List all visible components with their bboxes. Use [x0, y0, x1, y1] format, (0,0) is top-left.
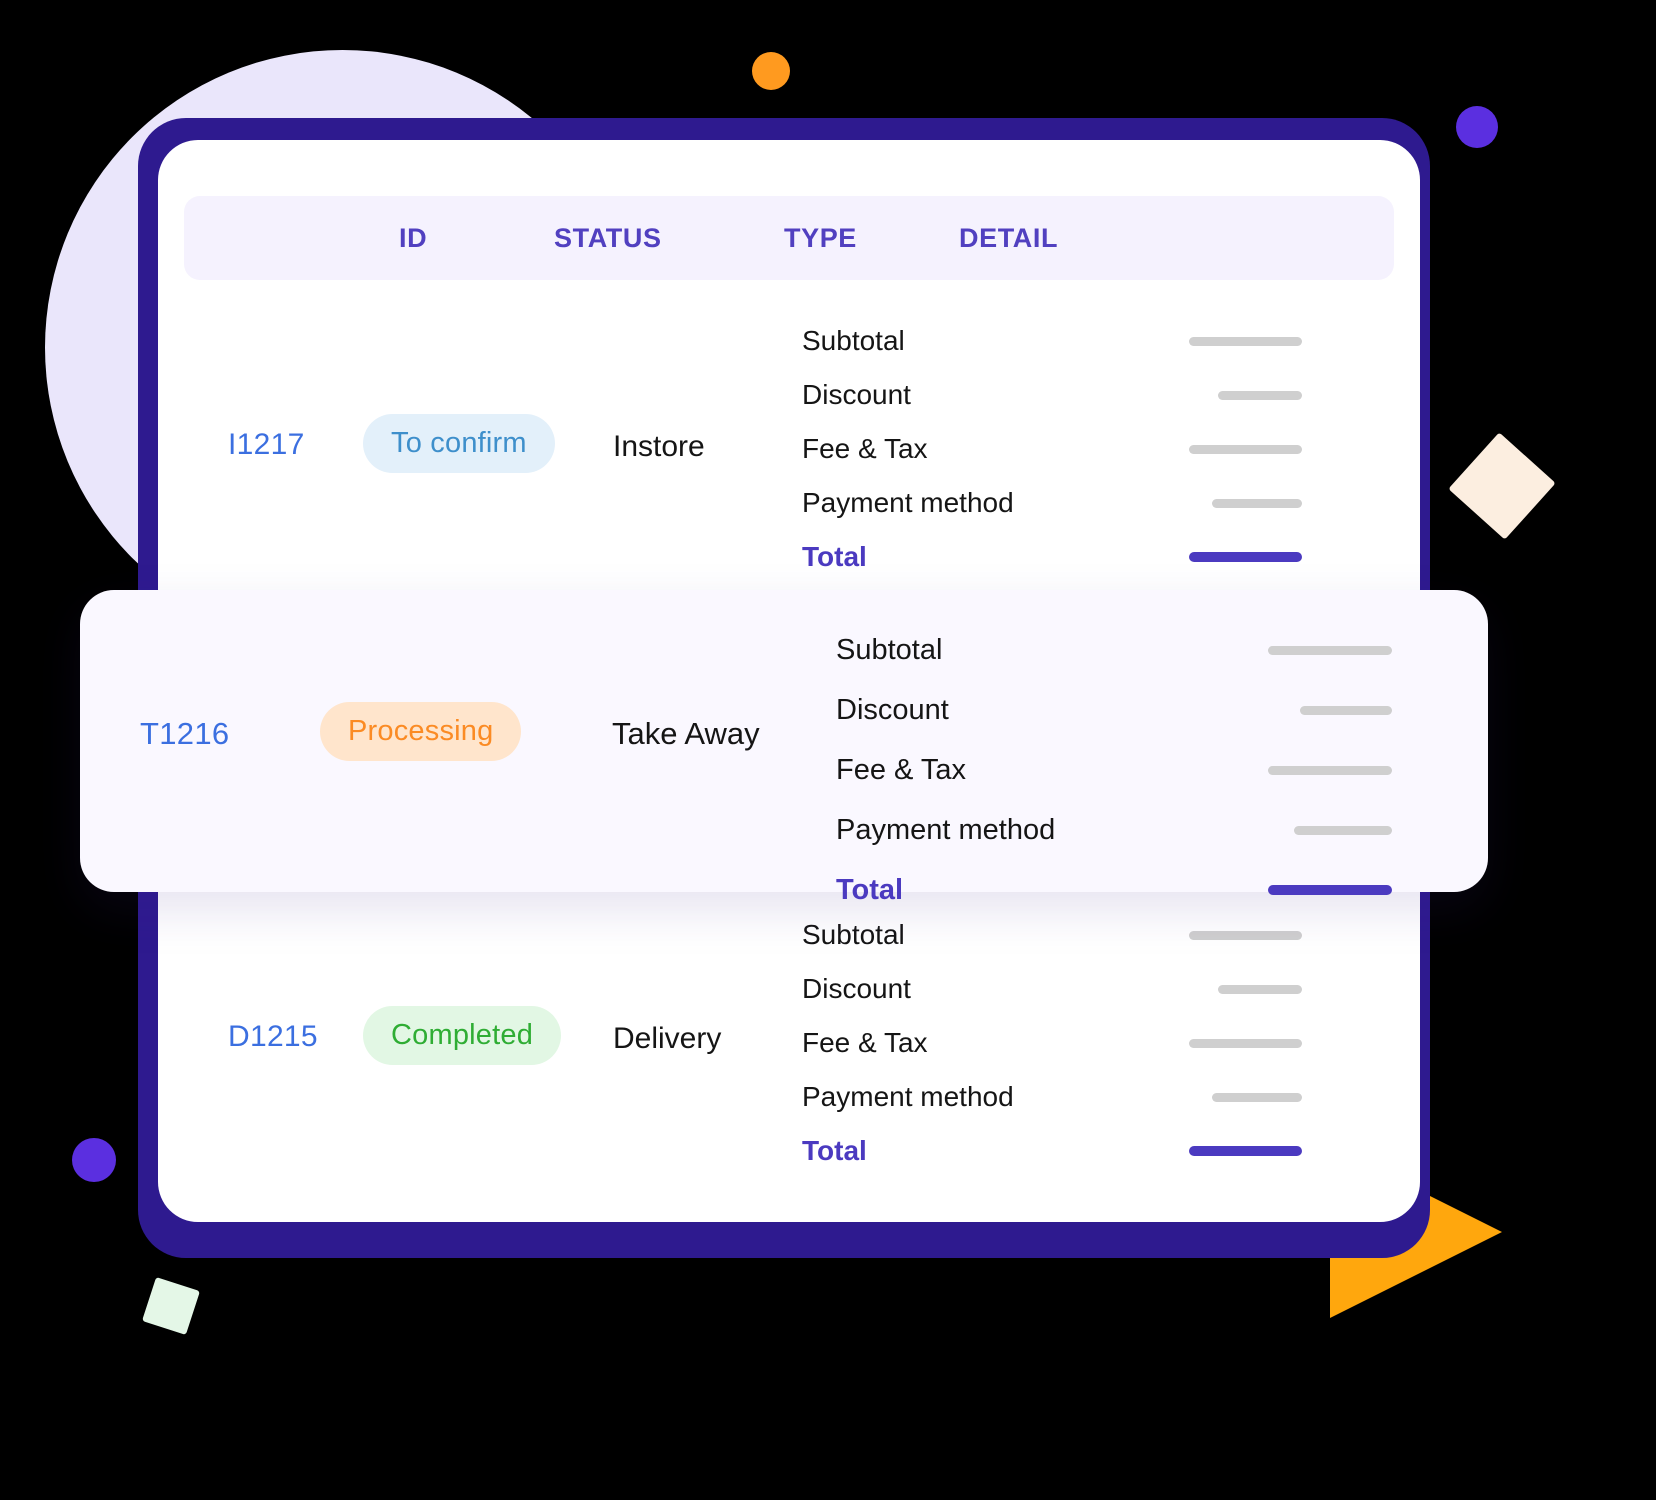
detail-line-subtotal: Subtotal [802, 314, 1302, 368]
detail-line-payment-method: Payment method [802, 1070, 1302, 1124]
total-placeholder-bar [1189, 552, 1302, 562]
detail-label-fee-tax: Fee & Tax [836, 753, 967, 786]
detail-line-fee-tax: Fee & Tax [802, 1016, 1302, 1070]
detail-label-subtotal: Subtotal [802, 919, 905, 950]
detail-label-payment-method: Payment method [836, 813, 1056, 846]
green-square-decoration [142, 1277, 200, 1335]
value-placeholder-bar [1300, 705, 1392, 715]
detail-label-payment-method: Payment method [802, 487, 1014, 518]
table-row[interactable]: D1215 Completed Delivery Subtotal Discou… [158, 892, 1420, 1192]
value-placeholder-bar [1189, 444, 1302, 454]
detail-line-subtotal: Subtotal [836, 620, 1392, 680]
value-placeholder-bar [1212, 1092, 1302, 1102]
order-id: I1217 [228, 428, 305, 461]
order-id: T1216 [140, 716, 230, 751]
value-placeholder-bar [1218, 984, 1302, 994]
detail-line-fee-tax: Fee & Tax [836, 740, 1392, 800]
detail-label-total: Total [836, 873, 904, 906]
purple-dot-top-right-decoration [1456, 106, 1498, 148]
table-row[interactable]: I1217 To confirm Instore Subtotal Discou… [158, 298, 1420, 598]
status-badge: Completed [363, 1006, 562, 1065]
value-placeholder-bar [1189, 930, 1302, 940]
column-header-type: TYPE [784, 222, 857, 253]
detail-label-discount: Discount [836, 693, 949, 726]
order-detail-list: Subtotal Discount Fee & Tax Payment meth… [836, 620, 1392, 920]
value-placeholder-bar [1189, 1038, 1302, 1048]
status-badge-wrapper: Processing [320, 702, 522, 761]
status-badge: To confirm [363, 414, 555, 473]
total-placeholder-bar [1189, 1146, 1302, 1156]
detail-label-total: Total [802, 541, 867, 572]
purple-dot-bottom-left-decoration [72, 1138, 116, 1182]
detail-line-fee-tax: Fee & Tax [802, 422, 1302, 476]
column-header-detail: DETAIL [959, 222, 1059, 253]
detail-line-total: Total [802, 1124, 1302, 1178]
total-placeholder-bar [1268, 885, 1392, 895]
detail-line-total: Total [802, 530, 1302, 584]
order-type: Instore [613, 430, 705, 463]
detail-label-subtotal: Subtotal [802, 325, 905, 356]
detail-label-total: Total [802, 1135, 867, 1166]
detail-line-payment-method: Payment method [836, 800, 1392, 860]
value-placeholder-bar [1294, 825, 1392, 835]
detail-line-discount: Discount [802, 368, 1302, 422]
detail-label-fee-tax: Fee & Tax [802, 1027, 928, 1058]
value-placeholder-bar [1268, 765, 1392, 775]
table-header-row: ID STATUS TYPE DETAIL [184, 196, 1394, 280]
order-type: Take Away [612, 716, 760, 751]
order-id: D1215 [228, 1020, 318, 1053]
page-root: ID STATUS TYPE DETAIL I1217 To confirm I… [0, 0, 1656, 1500]
detail-label-subtotal: Subtotal [836, 633, 943, 666]
status-badge-wrapper: Completed [363, 1006, 562, 1065]
detail-line-payment-method: Payment method [802, 476, 1302, 530]
detail-label-discount: Discount [802, 379, 911, 410]
status-badge: Processing [320, 702, 522, 761]
table-row-highlighted[interactable]: T1216 Processing Take Away Subtotal Disc… [80, 590, 1488, 906]
detail-label-discount: Discount [802, 973, 911, 1004]
order-type: Delivery [613, 1022, 722, 1055]
cream-diamond-decoration [1448, 432, 1556, 540]
value-placeholder-bar [1218, 390, 1302, 400]
orange-dot-decoration [752, 52, 790, 90]
value-placeholder-bar [1268, 645, 1392, 655]
status-badge-wrapper: To confirm [363, 414, 555, 473]
column-header-status: STATUS [554, 222, 662, 253]
column-header-id: ID [399, 222, 428, 253]
order-detail-list: Subtotal Discount Fee & Tax Payment meth… [802, 314, 1302, 584]
detail-line-total: Total [836, 860, 1392, 920]
value-placeholder-bar [1189, 336, 1302, 346]
detail-line-discount: Discount [802, 962, 1302, 1016]
order-detail-list: Subtotal Discount Fee & Tax Payment meth… [802, 908, 1302, 1178]
detail-label-fee-tax: Fee & Tax [802, 433, 928, 464]
value-placeholder-bar [1212, 498, 1302, 508]
detail-label-payment-method: Payment method [802, 1081, 1014, 1112]
detail-line-discount: Discount [836, 680, 1392, 740]
